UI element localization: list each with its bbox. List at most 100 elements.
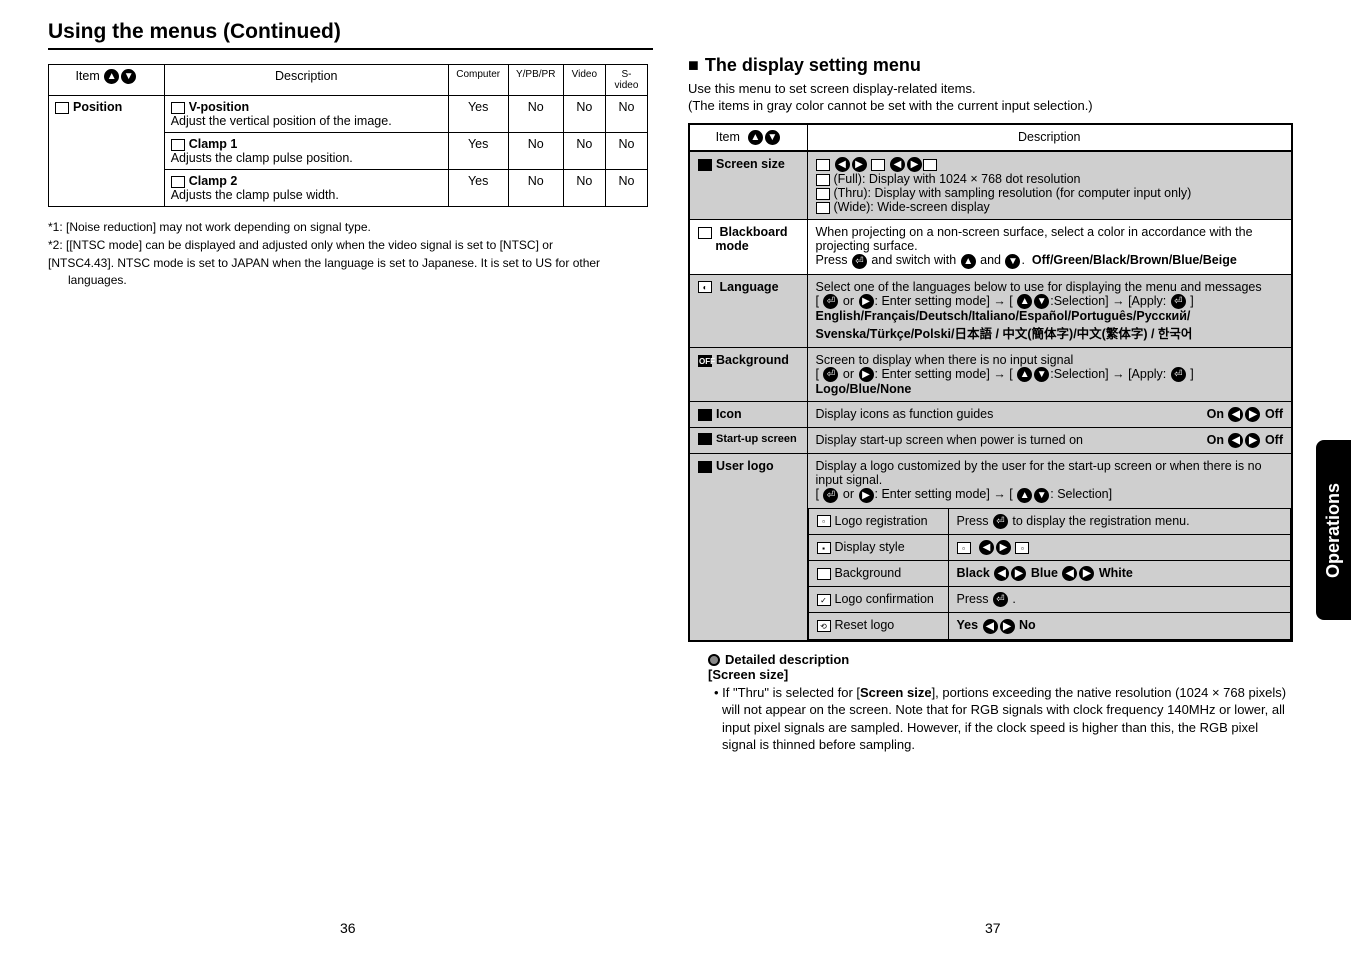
reset-icon: ⟲ <box>817 620 831 632</box>
desc-userlogo-sub: ▫Logo registrationPress ⏎ to display the… <box>807 508 1292 641</box>
bg-icon <box>817 568 831 580</box>
desc-language: Select one of the languages below to use… <box>807 274 1292 347</box>
row-screen-size: Screen size ◀▶ ◀▶ (Full): Display with 1… <box>689 151 1292 220</box>
cell: No <box>563 96 605 133</box>
footnote-2b: [NTSC4.43]. NTSC mode is set to JAPAN wh… <box>48 255 648 287</box>
cell: No <box>605 170 647 207</box>
right-icon: ▶ <box>1000 619 1015 634</box>
clamp2-icon <box>171 176 185 188</box>
up-icon: ▲ <box>961 254 976 269</box>
desc-icon: Display icons as function guidesOn ◀▶ Of… <box>807 402 1292 428</box>
style-icon: ▪ <box>817 542 831 554</box>
icon-icon <box>698 409 712 421</box>
blackboard-icon <box>698 227 712 239</box>
left-icon: ◀ <box>1228 407 1243 422</box>
label-startup: Start-up screen <box>689 428 807 454</box>
tile-icon: ▫ <box>1015 542 1029 554</box>
item-position: Position <box>49 96 165 207</box>
thru-icon <box>816 188 830 200</box>
footnotes: *1: [Noise reduction] may not work depen… <box>48 219 648 288</box>
down-icon: ▼ <box>1034 294 1049 309</box>
bullet-icon <box>708 654 720 666</box>
desc-screen-size: ◀▶ ◀▶ (Full): Display with 1024 × 768 do… <box>807 151 1292 220</box>
right-icon: ▶ <box>1245 407 1260 422</box>
desc-userlogo-top: Display a logo customized by the user fo… <box>807 454 1292 508</box>
row-language: ◐ Language Select one of the languages b… <box>689 274 1292 347</box>
right-icon: ▶ <box>996 540 1011 555</box>
reg-icon: ▫ <box>817 515 831 527</box>
display-setting-heading: ■The display setting menu <box>688 55 1293 76</box>
full-icon <box>816 174 830 186</box>
row-userlogo: User logo Display a logo customized by t… <box>689 454 1292 508</box>
main-heading: Using the menus (Continued) <box>48 20 653 50</box>
cell: No <box>508 133 563 170</box>
page-number-right: 37 <box>985 920 1001 936</box>
side-tab-operations[interactable]: Operations <box>1316 440 1351 620</box>
cell: Yes <box>448 170 508 207</box>
right-icon: ▶ <box>907 157 922 172</box>
down-icon: ▼ <box>1034 367 1049 382</box>
footnote-1: *1: [Noise reduction] may not work depen… <box>48 219 648 235</box>
globe-icon: ◐ <box>698 281 712 293</box>
up-icon: ▲ <box>1017 294 1032 309</box>
up-icon: ▲ <box>1017 367 1032 382</box>
screen-icon <box>698 159 712 171</box>
enter-icon: ⏎ <box>1171 367 1186 382</box>
subrow-reset-logo: ⟲Reset logoYes ◀▶ No <box>808 613 1291 639</box>
th-desc: Description <box>807 124 1292 151</box>
left-icon: ◀ <box>983 619 998 634</box>
up-icon: ▲ <box>748 130 763 145</box>
check-icon: ✓ <box>817 594 831 606</box>
left-icon: ◀ <box>835 157 850 172</box>
mode-icon <box>816 159 830 171</box>
desc-blackboard: When projecting on a non-screen surface,… <box>807 220 1292 274</box>
right-icon: ▶ <box>859 367 874 382</box>
th-item: Item ▲▼ <box>689 124 807 151</box>
off-icon: OFF <box>698 355 712 367</box>
desc-startup: Display start-up screen when power is tu… <box>807 428 1292 454</box>
th-computer: Computer <box>448 65 508 96</box>
up-icon: ▲ <box>104 69 119 84</box>
left-page: Using the menus (Continued) Item ▲▼ Desc… <box>48 20 648 290</box>
down-icon: ▼ <box>1005 254 1020 269</box>
position-icon <box>55 102 69 114</box>
page-number-left: 36 <box>340 920 356 936</box>
label-icon: Icon <box>689 402 807 428</box>
logo-icon <box>698 461 712 473</box>
right-icon: ▶ <box>1011 566 1026 581</box>
left-icon: ◀ <box>979 540 994 555</box>
clamp1-icon <box>171 139 185 151</box>
down-icon: ▼ <box>765 130 780 145</box>
mode-icon <box>923 159 937 171</box>
row-startup: Start-up screen Display start-up screen … <box>689 428 1292 454</box>
cell: No <box>605 96 647 133</box>
row-blackboard: Blackboard mode When projecting on a non… <box>689 220 1292 274</box>
enter-icon: ⏎ <box>1171 294 1186 309</box>
down-icon: ▼ <box>121 69 136 84</box>
enter-icon: ⏎ <box>823 294 838 309</box>
intro-line-1: Use this menu to set screen display-rela… <box>688 81 1293 96</box>
left-icon: ◀ <box>1062 566 1077 581</box>
center-icon: ▫ <box>957 542 971 554</box>
right-icon: ▶ <box>859 488 874 503</box>
cell-clamp1: Clamp 1Adjusts the clamp pulse position. <box>164 133 448 170</box>
label-screen-size: Screen size <box>689 151 807 220</box>
th-video: Video <box>563 65 605 96</box>
square-bullet-icon: ■ <box>688 55 699 75</box>
text-wide: (Wide): Wide-screen display <box>834 200 990 214</box>
subrow-logo-confirm: ✓Logo confirmationPress ⏎ . <box>808 587 1291 613</box>
label-language: ◐ Language <box>689 274 807 347</box>
mode-icon <box>871 159 885 171</box>
desc-background: Screen to display when there is no input… <box>807 347 1292 401</box>
right-icon: ▶ <box>859 294 874 309</box>
cell: Yes <box>448 96 508 133</box>
text-thru: (Thru): Display with sampling resolution… <box>834 186 1192 200</box>
table-row: Position V-positionAdjust the vertical p… <box>49 96 648 133</box>
enter-icon: ⏎ <box>993 592 1008 607</box>
detailed-description: Detailed description [Screen size] • If … <box>688 652 1293 754</box>
cell: No <box>508 170 563 207</box>
left-icon: ◀ <box>994 566 1009 581</box>
footnote-2a: *2: [[NTSC mode] can be displayed and ad… <box>48 237 648 253</box>
enter-icon: ⏎ <box>852 254 867 269</box>
row-background: OFFBackground Screen to display when the… <box>689 347 1292 401</box>
